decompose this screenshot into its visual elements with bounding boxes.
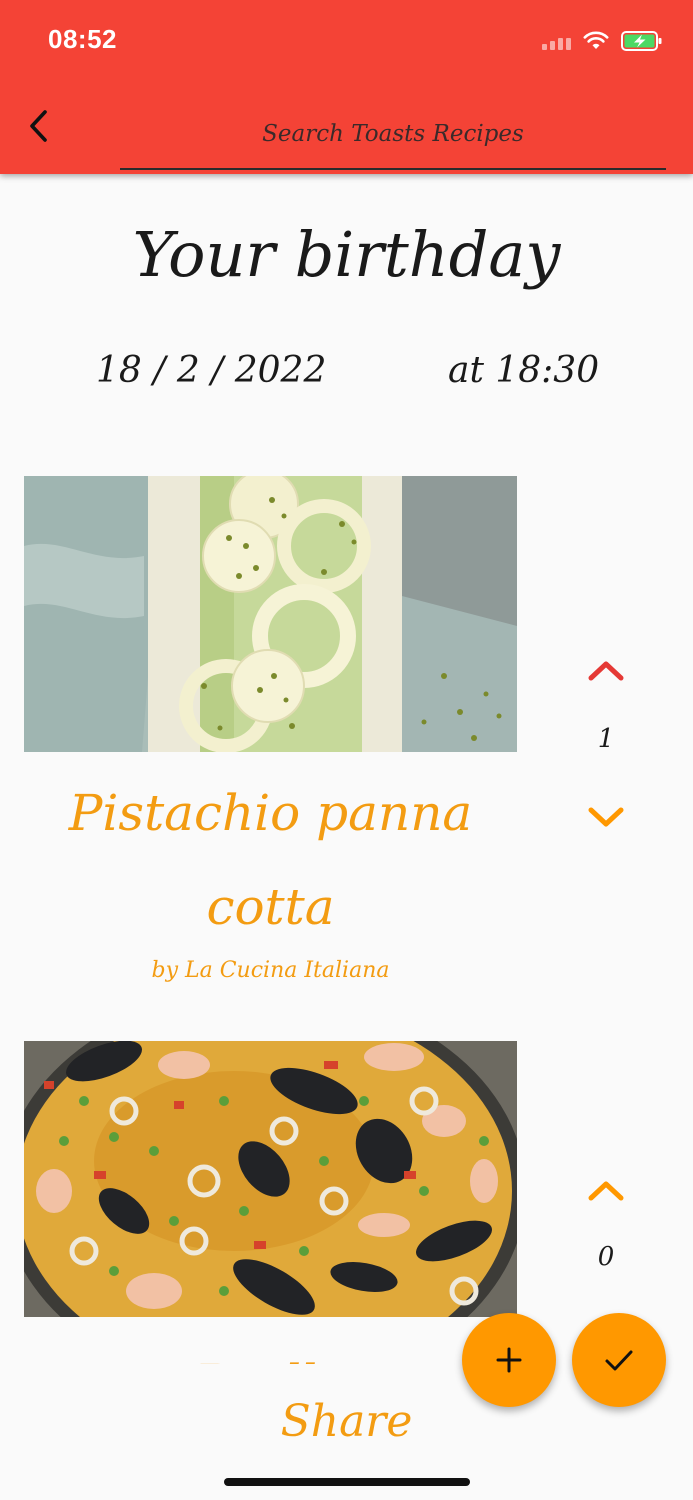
recipe-image-paella[interactable] — [24, 1041, 517, 1317]
event-date[interactable]: 18 / 2 / 2022 — [96, 350, 326, 391]
paella-photo — [24, 1041, 517, 1317]
panna-cotta-photo — [24, 476, 517, 752]
status-time: 08:52 — [48, 24, 117, 54]
plus-icon — [496, 1347, 522, 1373]
chevron-down-icon — [588, 807, 624, 827]
event-time[interactable]: at 18:30 — [448, 350, 599, 391]
recipe-title-paella[interactable]: Paella — [24, 1318, 517, 1364]
home-indicator[interactable] — [224, 1478, 470, 1486]
battery-charging-icon — [621, 31, 662, 51]
recipe-title-panna-cotta[interactable]: Pistachio panna cotta — [24, 766, 517, 954]
recipe-author-panna-cotta: by La Cucina Italiana — [151, 958, 390, 983]
chevron-left-icon — [30, 110, 47, 142]
wifi-icon — [583, 31, 609, 49]
app-bar: 08:52 — [0, 0, 693, 174]
chevron-up-icon — [588, 1181, 624, 1201]
vote-count-paella: 0 — [597, 1242, 615, 1272]
downvote-button-panna-cotta[interactable] — [583, 798, 629, 838]
signal-icon — [542, 32, 571, 50]
share-button[interactable]: Share — [0, 1396, 693, 1447]
recipe-image-panna-cotta[interactable] — [24, 476, 517, 752]
search-field[interactable] — [120, 100, 666, 170]
upvote-button-paella[interactable] — [583, 1170, 629, 1210]
status-icons — [542, 30, 663, 52]
confirm-button[interactable] — [572, 1313, 666, 1407]
search-input[interactable] — [120, 121, 666, 147]
recipe-title-paella-text: Paella — [24, 1336, 517, 1364]
add-button[interactable] — [462, 1313, 556, 1407]
upvote-button-panna-cotta[interactable] — [583, 650, 629, 690]
check-icon — [605, 1350, 633, 1371]
chevron-up-icon — [588, 661, 624, 681]
vote-count-panna-cotta: 1 — [597, 724, 615, 754]
event-title: Your birthday — [132, 218, 561, 291]
back-button[interactable] — [18, 104, 58, 148]
